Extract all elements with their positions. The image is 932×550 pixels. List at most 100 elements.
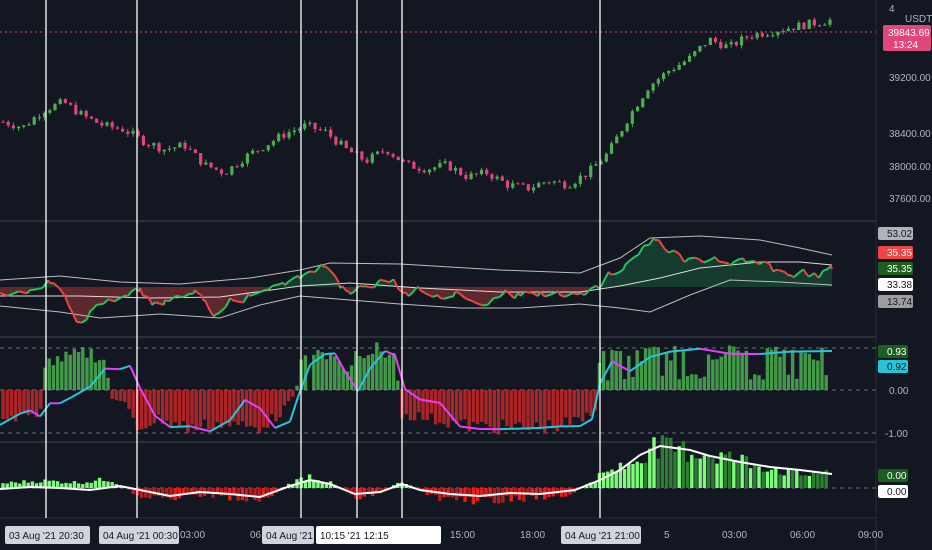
ind2-bar — [93, 362, 98, 390]
candle-body — [391, 154, 395, 157]
ind2-bar — [387, 354, 392, 390]
ind2-bar — [681, 351, 686, 390]
candle-body — [495, 176, 499, 179]
candle-body — [318, 129, 322, 131]
ind2-bar — [425, 390, 429, 421]
ind3-bar — [727, 451, 732, 488]
ind2-line — [699, 347, 731, 355]
candle-body — [251, 150, 255, 154]
ind3-label: 0.00 — [887, 471, 907, 482]
candle-body — [651, 83, 655, 91]
ind1-line — [694, 256, 699, 260]
candle-body — [812, 19, 816, 26]
ind3-bar — [782, 475, 786, 488]
ind1-fill — [78, 287, 82, 323]
ind1-fill — [81, 287, 87, 323]
candle-body — [552, 181, 556, 183]
ind2-bar — [559, 390, 564, 428]
ind3-bar — [656, 458, 660, 488]
ind2-bar — [391, 352, 396, 390]
ind1-label: 13.74 — [887, 297, 912, 308]
ind3-bar — [736, 460, 740, 488]
candle-body — [245, 153, 250, 164]
candle-body — [37, 117, 42, 119]
ind1-line — [177, 294, 181, 298]
candle-body — [261, 150, 265, 152]
ind2-bar — [648, 348, 652, 390]
ind2-bar — [690, 374, 694, 390]
candle-body — [583, 175, 588, 178]
ind3-bar — [740, 454, 744, 488]
ind1-fill — [713, 257, 715, 287]
candle-body — [173, 147, 177, 149]
candle-body — [417, 168, 421, 171]
time-marker-label: 04 Aug '21 00:30 — [103, 531, 178, 542]
ind1-line — [229, 297, 233, 301]
candle-body — [396, 156, 400, 161]
ind3-bar — [144, 488, 148, 498]
trading-chart[interactable]: USDT 4 39843.69 13:24 39200.00 38400.00 … — [0, 0, 932, 550]
ind2-bar — [47, 358, 51, 390]
ind2-bar — [114, 390, 119, 401]
ind2-bar — [438, 390, 442, 423]
ind1-fill — [703, 260, 710, 287]
ind3-bar — [639, 463, 644, 488]
ind2-bar — [488, 390, 492, 428]
candle-body — [32, 117, 36, 125]
candle-body — [381, 151, 385, 153]
ind1-fill — [610, 274, 614, 287]
ind1-fill — [694, 257, 699, 287]
candle-body — [469, 173, 473, 180]
ind1-fill — [126, 287, 128, 296]
ind2-bar — [799, 352, 803, 390]
ind3-bar — [694, 458, 698, 488]
time-marker-label: 10:15 '21 12:15 — [320, 531, 389, 542]
ind1-line — [590, 284, 597, 290]
ind2-bar — [454, 390, 459, 424]
candle-body — [797, 22, 801, 31]
candle-body — [27, 124, 31, 126]
candle-body — [63, 99, 68, 104]
candle-body — [646, 90, 650, 99]
ind2-bar — [639, 361, 644, 390]
candle-body — [349, 147, 354, 153]
ind2-line — [59, 396, 73, 405]
ind2-bar — [349, 365, 354, 390]
ind1-line — [359, 284, 364, 288]
ind2-bar — [76, 352, 81, 390]
candle-body — [147, 145, 151, 147]
ind1-line — [236, 300, 244, 304]
ind2-bar — [328, 352, 333, 390]
ind1-fill — [698, 258, 700, 287]
ind1-fill — [96, 287, 104, 305]
candle-body — [656, 79, 660, 84]
ind3-bar — [652, 437, 656, 488]
ind3-bar — [177, 488, 182, 499]
ind3-bar — [496, 488, 501, 504]
candle-body — [188, 148, 192, 150]
ind3-bar — [76, 483, 81, 488]
ind2-bar — [337, 360, 341, 390]
ind2-bar — [85, 357, 89, 390]
candle-body — [277, 133, 281, 142]
countdown-timer: 13:24 — [893, 40, 918, 51]
candle-body — [531, 187, 536, 191]
candle-body — [526, 184, 530, 191]
ind3-bar — [803, 475, 807, 488]
ind1-fill — [754, 261, 759, 287]
candle-body — [750, 37, 754, 39]
ind1-line — [493, 296, 500, 300]
ind2-bar — [790, 349, 795, 390]
candle-body — [422, 170, 426, 173]
candle-body — [724, 44, 728, 49]
ind1-fill — [739, 258, 744, 287]
candle-body — [771, 35, 775, 37]
ind3-bar — [790, 470, 795, 488]
ind2-bar — [123, 390, 127, 403]
candle-body — [266, 145, 270, 151]
ind1-fill — [775, 270, 779, 287]
candle-body — [661, 73, 666, 80]
candle-body — [22, 125, 26, 127]
candle-body — [682, 61, 686, 65]
ind2-bar — [622, 379, 627, 390]
